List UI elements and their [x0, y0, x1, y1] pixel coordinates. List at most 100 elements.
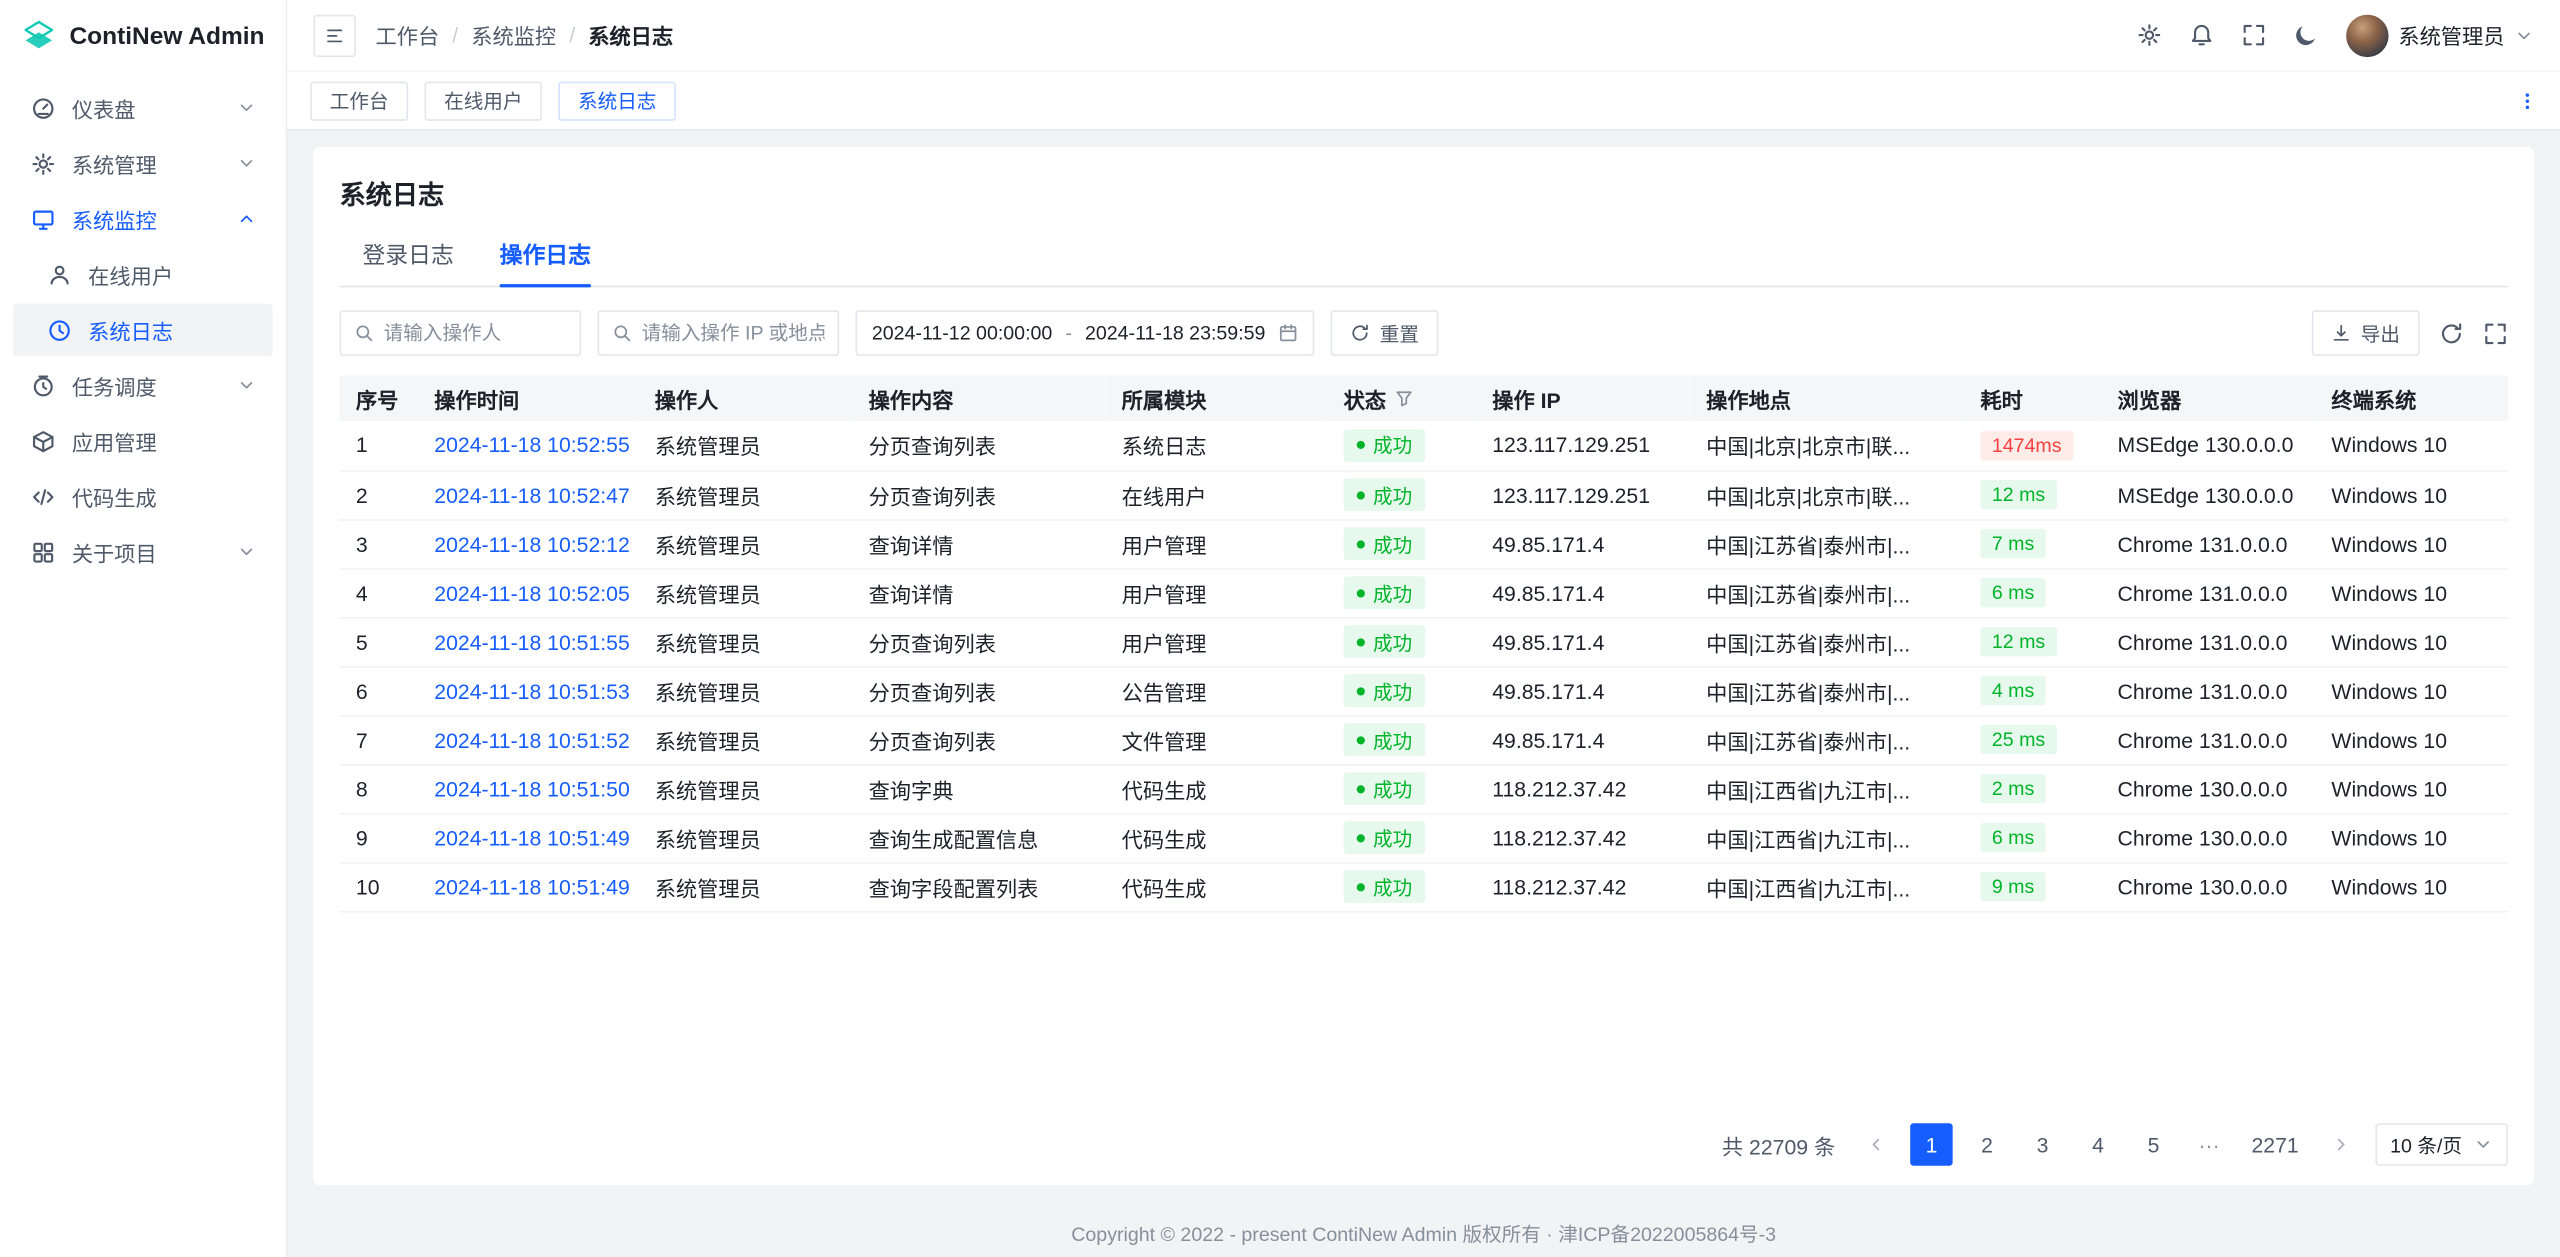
col-header-module: 所属模块 [1105, 376, 1327, 422]
operation-time-link[interactable]: 2024-11-18 10:51:53 [434, 678, 630, 702]
page-ellipsis[interactable]: ··· [2188, 1123, 2230, 1165]
chevron-down-icon [237, 542, 257, 562]
status-badge: 成功 [1344, 576, 1426, 609]
export-button[interactable]: 导出 [2312, 310, 2420, 356]
cell-content: 分页查询列表 [852, 617, 1105, 666]
page-button-4[interactable]: 4 [2077, 1123, 2119, 1165]
chevron-down-icon [2473, 1135, 2493, 1155]
next-page-button[interactable] [2320, 1123, 2362, 1165]
footer: Copyright © 2022 - present ContiNew Admi… [287, 1208, 2560, 1257]
status-badge: 成功 [1344, 429, 1426, 462]
status-badge: 成功 [1344, 674, 1426, 707]
nav-tab-system-log[interactable]: 系统日志 [558, 81, 676, 120]
ip-search-field[interactable] [598, 310, 840, 356]
operation-time-link[interactable]: 2024-11-18 10:52:12 [434, 531, 630, 555]
cell-content: 分页查询列表 [852, 666, 1105, 715]
breadcrumb-item[interactable]: 工作台 [376, 20, 440, 51]
duration-badge: 4 ms [1980, 676, 2045, 705]
page-size-select[interactable]: 10 条/页 [2375, 1123, 2507, 1165]
date-range-picker[interactable]: 2024-11-12 00:00:00 - 2024-11-18 23:59:5… [856, 310, 1315, 356]
sidebar-item-label: 系统管理 [72, 148, 221, 179]
cell-index: 7 [340, 715, 418, 764]
operation-time-link[interactable]: 2024-11-18 10:52:05 [434, 580, 630, 604]
dashboard-icon [29, 95, 55, 121]
operator-search-field[interactable] [340, 310, 582, 356]
cell-browser: Chrome 130.0.0.0 [2101, 862, 2315, 911]
page-button-5[interactable]: 5 [2132, 1123, 2174, 1165]
reset-button[interactable]: 重置 [1331, 310, 1439, 356]
sidebar: ContiNew Admin 仪表盘 系统管理 [0, 0, 287, 1257]
operation-time-link[interactable]: 2024-11-18 10:52:55 [434, 433, 630, 457]
status-badge: 成功 [1344, 478, 1426, 511]
table-row: 4 2024-11-18 10:52:05 系统管理员 查询详情 用户管理 成功… [340, 568, 2508, 617]
filter-funnel-icon[interactable] [1394, 389, 1414, 409]
table-fullscreen-icon[interactable] [2483, 321, 2507, 345]
sidebar-item-task-schedule[interactable]: 任务调度 [13, 359, 273, 411]
cell-operator: 系统管理员 [638, 617, 852, 666]
operation-time-link[interactable]: 2024-11-18 10:52:47 [434, 482, 630, 506]
operation-time-link[interactable]: 2024-11-18 10:51:49 [434, 825, 630, 849]
cell-os: Windows 10 [2315, 568, 2508, 617]
page-button-2[interactable]: 2 [1966, 1123, 2008, 1165]
cell-os: Windows 10 [2315, 617, 2508, 666]
ip-search-input[interactable] [642, 322, 825, 345]
cell-index: 6 [340, 666, 418, 715]
prev-page-button[interactable] [1855, 1123, 1897, 1165]
system-log-icon [46, 317, 72, 343]
operation-time-link[interactable]: 2024-11-18 10:51:52 [434, 727, 630, 751]
operation-time-link[interactable]: 2024-11-18 10:51:49 [434, 874, 630, 898]
pagination: 共 22709 条 12345 ··· 2271 10 条/页 [340, 1104, 2508, 1166]
cell-module: 用户管理 [1105, 519, 1327, 568]
cell-module: 代码生成 [1105, 813, 1327, 862]
cell-location: 中国|江苏省|泰州市|... [1690, 519, 1964, 568]
sidebar-item-online-users[interactable]: 在线用户 [13, 248, 273, 300]
operation-time-link[interactable]: 2024-11-18 10:51:50 [434, 776, 630, 800]
page-button-3[interactable]: 3 [2021, 1123, 2063, 1165]
nav-tab-online-users[interactable]: 在线用户 [425, 81, 543, 120]
app-logo[interactable]: ContiNew Admin [0, 0, 286, 72]
cell-os: Windows 10 [2315, 470, 2508, 519]
settings-icon [29, 150, 55, 176]
dark-mode-moon-icon[interactable] [2294, 23, 2318, 47]
tab-more-icon[interactable] [2518, 91, 2538, 111]
pagination-total: 共 22709 条 [1722, 1129, 1835, 1160]
cell-location: 中国|江苏省|泰州市|... [1690, 617, 1964, 666]
table-row: 3 2024-11-18 10:52:12 系统管理员 查询详情 用户管理 成功… [340, 519, 2508, 568]
app-box-icon [29, 428, 55, 454]
user-menu[interactable]: 系统管理员 [2346, 14, 2534, 56]
sidebar-item-dashboard[interactable]: 仪表盘 [13, 82, 273, 134]
cell-module: 系统日志 [1105, 421, 1327, 470]
col-header-ip: 操作 IP [1476, 376, 1690, 422]
sidebar-item-system-log[interactable]: 系统日志 [13, 304, 273, 356]
settings-icon[interactable] [2137, 23, 2161, 47]
cell-browser: MSEdge 130.0.0.0 [2101, 421, 2315, 470]
cell-os: Windows 10 [2315, 519, 2508, 568]
sidebar-item-app-management[interactable]: 应用管理 [13, 415, 273, 467]
sidebar-item-system-management[interactable]: 系统管理 [13, 137, 273, 189]
refresh-icon[interactable] [2439, 321, 2463, 345]
chevron-down-icon [237, 376, 257, 396]
sidebar-item-system-monitor[interactable]: 系统监控 [13, 193, 273, 245]
col-header-os: 终端系统 [2315, 376, 2508, 422]
main-area: 工作台 / 系统监控 / 系统日志 [287, 0, 2560, 1257]
chevron-down-icon [237, 153, 257, 173]
sidebar-item-label: 在线用户 [88, 259, 256, 290]
sidebar-item-about-project[interactable]: 关于项目 [13, 526, 273, 578]
operation-time-link[interactable]: 2024-11-18 10:51:55 [434, 629, 630, 653]
nav-tab-workbench[interactable]: 工作台 [310, 81, 408, 120]
operator-search-input[interactable] [384, 322, 567, 345]
breadcrumb-item[interactable]: 系统监控 [471, 20, 556, 51]
status-badge: 成功 [1344, 723, 1426, 756]
tab-login-log[interactable]: 登录日志 [340, 232, 477, 286]
page-button-2271[interactable]: 2271 [2243, 1123, 2307, 1165]
tab-operation-log[interactable]: 操作日志 [477, 232, 614, 286]
chevron-down-icon [2514, 25, 2534, 45]
notification-bell-icon[interactable] [2189, 23, 2213, 47]
sidebar-collapse-button[interactable] [313, 14, 355, 56]
cell-browser: Chrome 131.0.0.0 [2101, 568, 2315, 617]
export-label: 导出 [2361, 319, 2400, 347]
table-body: 1 2024-11-18 10:52:55 系统管理员 分页查询列表 系统日志 … [340, 421, 2508, 911]
page-button-1[interactable]: 1 [1910, 1123, 1952, 1165]
fullscreen-icon[interactable] [2242, 23, 2266, 47]
sidebar-item-code-generation[interactable]: 代码生成 [13, 470, 273, 522]
